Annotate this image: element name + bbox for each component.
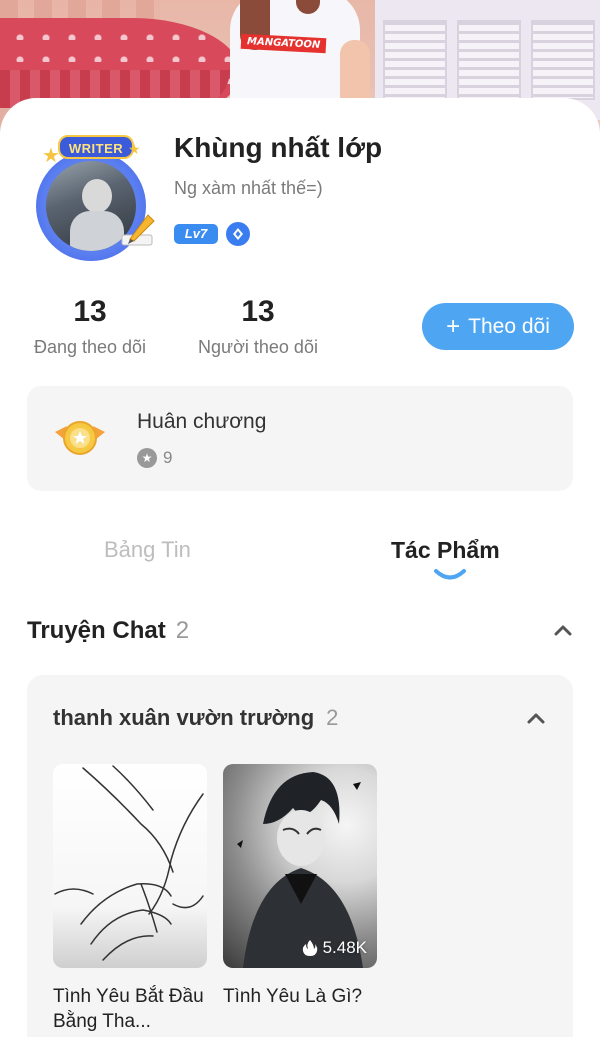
follow-button-label: Theo dõi: [468, 314, 550, 338]
following-label: Đang theo dõi: [33, 337, 147, 357]
followers-stat[interactable]: 13 Người theo dõi: [190, 295, 326, 358]
section-title-label: Truyện Chat: [27, 617, 166, 644]
book-card[interactable]: Tình Yêu Bắt Đầu Bằng Tha...: [53, 764, 207, 1034]
star-icon: ★: [137, 448, 157, 468]
group-title-label: thanh xuân vườn trường: [53, 705, 315, 730]
profile-bio: Ng xàm nhất thế=): [174, 178, 323, 198]
group-title: thanh xuân vườn trường 2: [53, 705, 338, 731]
following-count: 13: [73, 295, 107, 328]
followers-count: 13: [241, 295, 275, 328]
book-title: Tình Yêu Bắt Đầu Bằng Tha...: [53, 986, 204, 1032]
tab-active-indicator: [434, 569, 466, 580]
banner-shutter: [531, 20, 595, 100]
view-count: 5.48K: [302, 938, 367, 958]
book-title: Tình Yêu Là Gì?: [223, 986, 363, 1007]
medal-icon: [55, 421, 105, 455]
chevron-up-icon[interactable]: [553, 623, 573, 637]
fire-icon: [302, 940, 317, 956]
tab-works[interactable]: Tác Phẩm: [391, 537, 500, 564]
medals-count: ★ 9: [137, 448, 172, 468]
chevron-up-icon[interactable]: [526, 711, 546, 725]
medals-card[interactable]: Huân chương ★ 9: [27, 386, 573, 491]
level-badge: Lv7: [174, 224, 218, 244]
book-cover: [53, 764, 207, 968]
medals-count-value: 9: [163, 448, 173, 467]
profile-name: Khùng nhất lớp: [174, 132, 383, 163]
writer-badge: WRITER: [58, 135, 134, 159]
book-card[interactable]: 5.48K Tình Yêu Là Gì?: [223, 764, 377, 1009]
holding-hands-illustration: [54, 765, 204, 961]
section-count: 2: [175, 617, 190, 644]
star-icon: ★: [42, 145, 60, 167]
book-cover: 5.48K: [223, 764, 377, 968]
tab-feed[interactable]: Bảng Tin: [104, 537, 191, 563]
group-card: thanh xuân vườn trường 2 Tình Yêu Bắt Đầ…: [27, 675, 573, 1037]
avatar[interactable]: WRITER ★ ★: [28, 133, 164, 263]
star-icon: ★: [128, 141, 141, 157]
view-count-value: 5.48K: [322, 938, 367, 957]
diamond-badge-icon: [226, 222, 250, 246]
medals-title: Huân chương: [137, 410, 267, 433]
avatar-face: [82, 179, 112, 213]
avatar-body: [70, 211, 124, 251]
pen-icon: [121, 214, 155, 246]
group-count: 2: [326, 705, 339, 730]
banner-shutter: [457, 20, 521, 100]
followers-label: Người theo dõi: [198, 337, 318, 357]
banner-shutter: [383, 20, 447, 100]
section-title: Truyện Chat 2: [27, 617, 189, 645]
plus-icon: +: [446, 312, 461, 340]
follow-button[interactable]: + Theo dõi: [422, 303, 574, 350]
following-stat[interactable]: 13 Đang theo dõi: [26, 295, 154, 358]
